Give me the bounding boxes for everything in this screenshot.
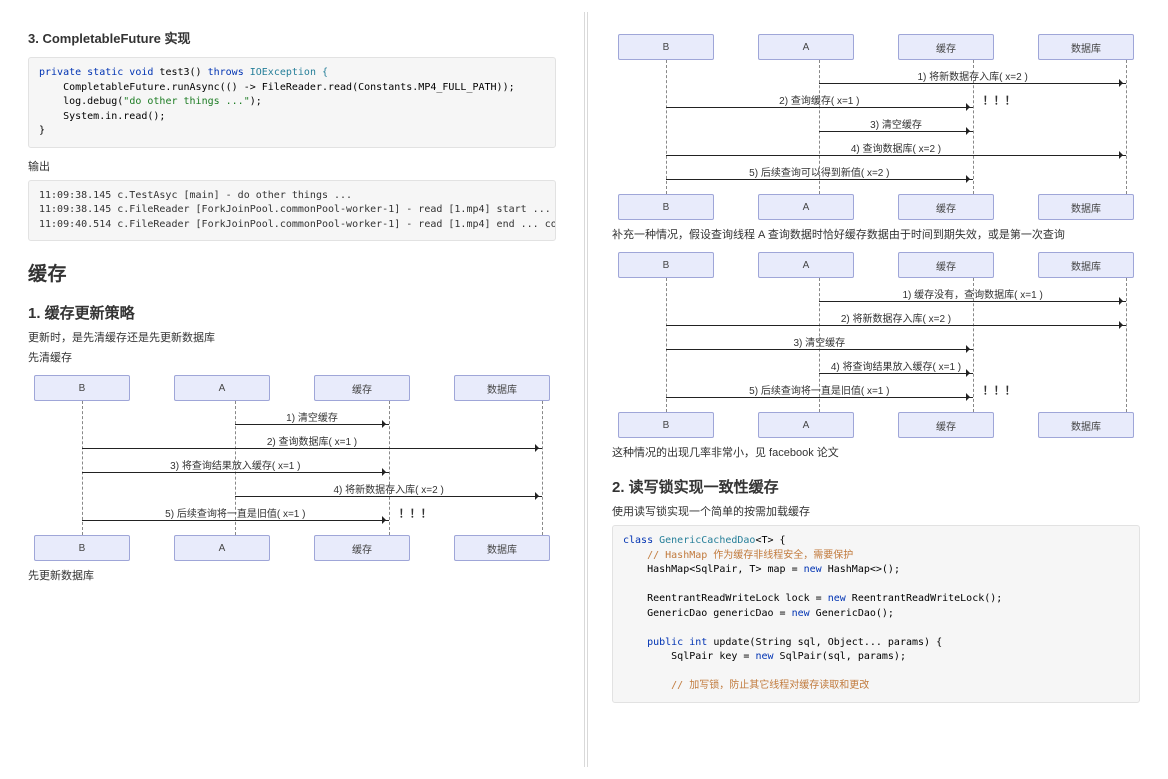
seq-actor: A (758, 34, 854, 60)
seq-message: 5) 后续查询可以得到新值( x=2 ) (666, 166, 973, 180)
left-column: 3. CompletableFuture 实现 private static v… (0, 0, 584, 779)
seq-actor: A (758, 412, 854, 438)
text-clear-first: 先清缓存 (28, 349, 556, 365)
seq-message: 5) 后续查询将一直是旧值( x=1 ) (82, 507, 389, 521)
page: 3. CompletableFuture 实现 private static v… (0, 0, 1168, 779)
code-block-2: class GenericCachedDao<T> { // HashMap 作… (612, 525, 1140, 703)
seq-actor: 数据库 (1038, 194, 1134, 220)
seq-actor: 数据库 (454, 375, 550, 401)
seq-actor: 数据库 (1038, 34, 1134, 60)
seq-message: 1) 清空缓存 (235, 411, 388, 425)
text-note1: 补充一种情况，假设查询线程 A 查询数据时恰好缓存数据由于时间到期失效，或是第一… (612, 226, 1140, 242)
seq-actor: B (34, 375, 130, 401)
excl-marker: ！！！ (983, 382, 1016, 398)
text-update-first: 先更新数据库 (28, 567, 556, 583)
text-question: 更新时，是先清缓存还是先更新数据库 (28, 329, 556, 345)
seq-message: 2) 查询数据库( x=1 ) (82, 435, 542, 449)
seq-actor: 数据库 (1038, 252, 1134, 278)
seq-actor: 缓存 (898, 412, 994, 438)
sequence-diagram-3: BA缓存数据库1) 缓存没有，查询数据库( x=1 )2) 将新数据存入库( x… (612, 252, 1140, 438)
output-block: 11:09:38.145 c.TestAsyc [main] - do othe… (28, 180, 556, 242)
heading-completablefuture: 3. CompletableFuture 实现 (28, 28, 556, 47)
seq-message: 4) 将查询结果放入缓存( x=1 ) (819, 360, 972, 374)
seq-actor: 数据库 (454, 535, 550, 561)
seq-message: 2) 将新数据存入库( x=2 ) (666, 312, 1126, 326)
seq-actor: A (758, 194, 854, 220)
seq-actor: A (758, 252, 854, 278)
output-label: 输出 (28, 158, 556, 174)
right-column: BA缓存数据库1) 将新数据存入库( x=2 )2) 查询缓存( x=1 )！！… (584, 0, 1168, 779)
seq-actor: B (618, 412, 714, 438)
excl-marker: ！！！ (983, 92, 1016, 108)
seq-actor: 缓存 (898, 194, 994, 220)
seq-message: 1) 缓存没有，查询数据库( x=1 ) (819, 288, 1126, 302)
seq-message: 4) 查询数据库( x=2 ) (666, 142, 1126, 156)
seq-actor: B (618, 194, 714, 220)
seq-actor: B (618, 252, 714, 278)
seq-message: 3) 清空缓存 (819, 118, 972, 132)
seq-message: 1) 将新数据存入库( x=2 ) (819, 70, 1126, 84)
seq-message: 2) 查询缓存( x=1 ) (666, 94, 973, 108)
column-divider (584, 12, 588, 767)
seq-message: 4) 将新数据存入库( x=2 ) (235, 483, 542, 497)
text-note2: 这种情况的出现几率非常小，见 facebook 论文 (612, 444, 1140, 460)
heading-cache: 缓存 (28, 259, 556, 286)
seq-actor: 数据库 (1038, 412, 1134, 438)
seq-actor: 缓存 (314, 535, 410, 561)
seq-actor: B (618, 34, 714, 60)
seq-actor: B (34, 535, 130, 561)
seq-message: 5) 后续查询将一直是旧值( x=1 ) (666, 384, 973, 398)
excl-marker: ！！！ (399, 505, 432, 521)
seq-actor: 缓存 (314, 375, 410, 401)
text-rwlock-desc: 使用读写锁实现一个简单的按需加载缓存 (612, 503, 1140, 519)
seq-actor: 缓存 (898, 252, 994, 278)
heading-rwlock: 2. 读写锁实现一致性缓存 (612, 476, 1140, 497)
seq-message: 3) 将查询结果放入缓存( x=1 ) (82, 459, 389, 473)
heading-strategy: 1. 缓存更新策略 (28, 302, 556, 323)
seq-message: 3) 清空缓存 (666, 336, 973, 350)
seq-actor: A (174, 535, 270, 561)
seq-actor: 缓存 (898, 34, 994, 60)
sequence-diagram-1: BA缓存数据库1) 清空缓存2) 查询数据库( x=1 )3) 将查询结果放入缓… (28, 375, 556, 561)
seq-actor: A (174, 375, 270, 401)
code-block-1: private static void test3() throws IOExc… (28, 57, 556, 148)
sequence-diagram-2: BA缓存数据库1) 将新数据存入库( x=2 )2) 查询缓存( x=1 )！！… (612, 34, 1140, 220)
